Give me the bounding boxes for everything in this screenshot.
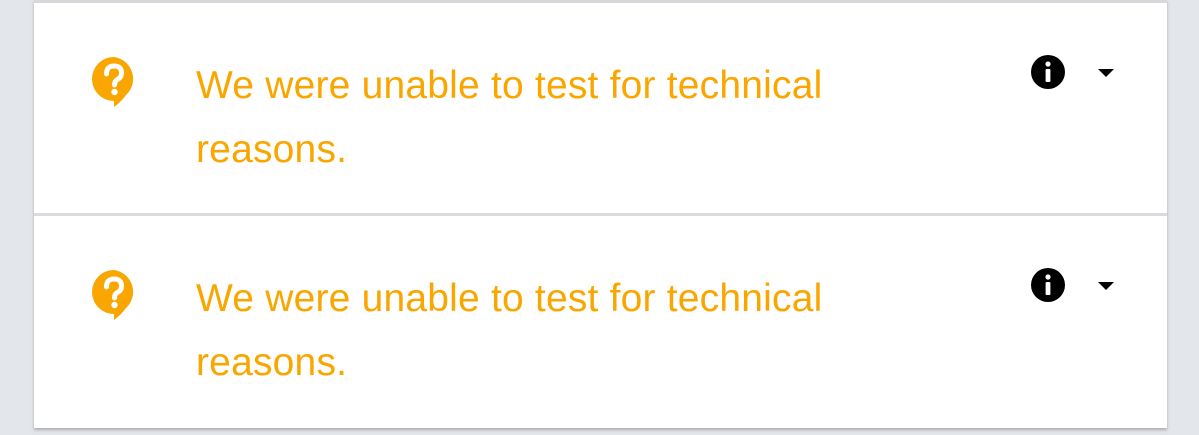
row-actions bbox=[1030, 267, 1116, 303]
caret-down-icon[interactable] bbox=[1096, 278, 1116, 292]
result-message: We were unable to test for technical rea… bbox=[196, 64, 823, 171]
results-card: We were unable to test for technical rea… bbox=[34, 0, 1167, 428]
help-bubble-icon bbox=[90, 268, 138, 322]
caret-down-icon[interactable] bbox=[1096, 65, 1116, 79]
help-bubble-icon bbox=[90, 55, 138, 109]
row-actions bbox=[1030, 54, 1116, 90]
result-message: We were unable to test for technical rea… bbox=[196, 277, 823, 384]
info-icon[interactable] bbox=[1030, 54, 1066, 90]
info-icon[interactable] bbox=[1030, 267, 1066, 303]
result-row: We were unable to test for technical rea… bbox=[34, 216, 1167, 426]
result-row: We were unable to test for technical rea… bbox=[34, 3, 1167, 213]
